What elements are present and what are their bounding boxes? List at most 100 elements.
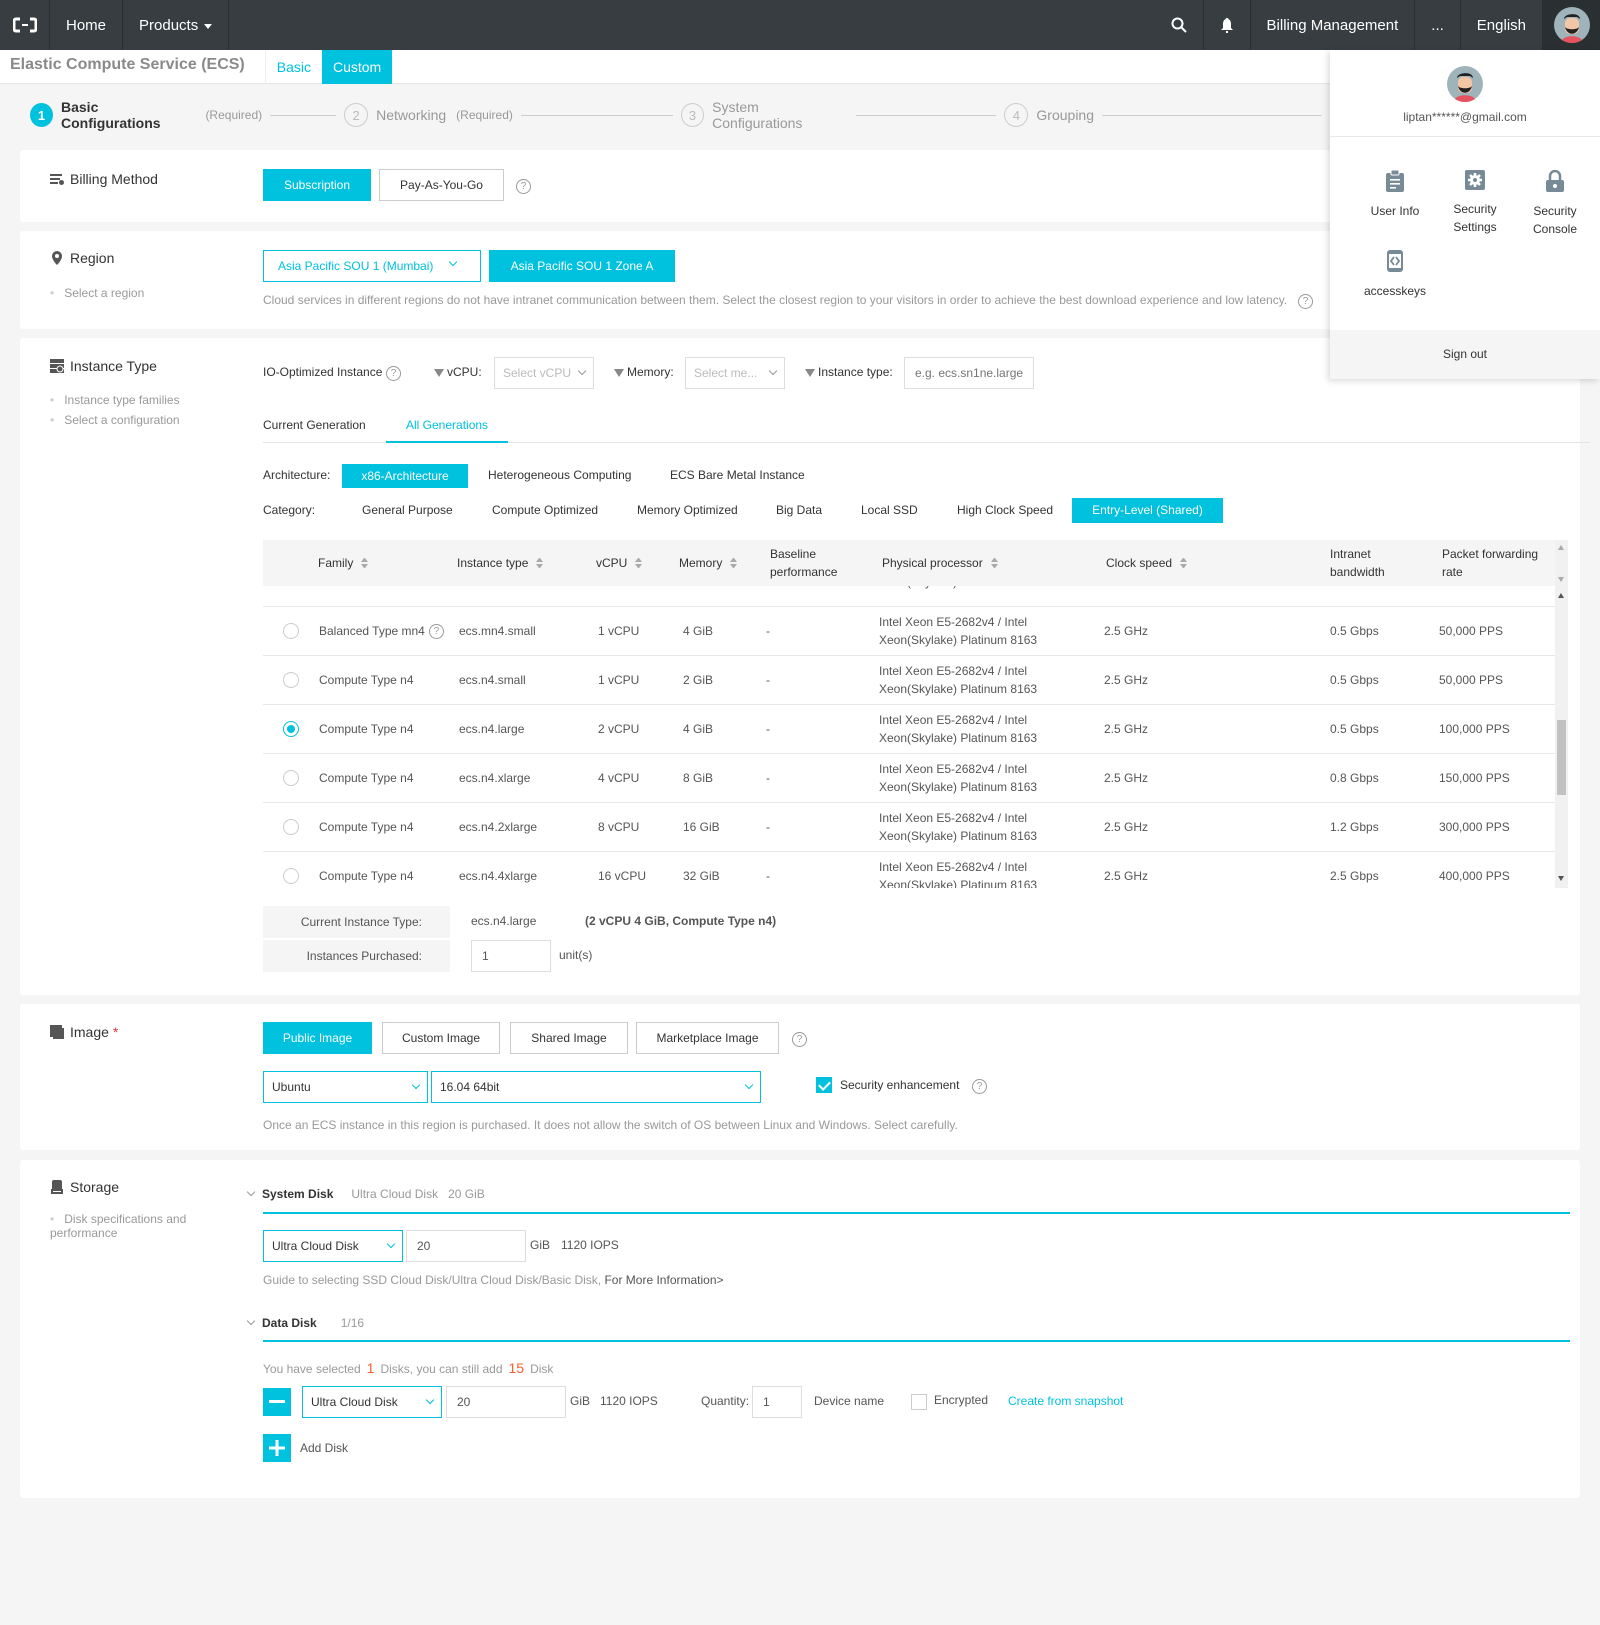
notifications-button[interactable]: [1202, 0, 1250, 50]
table-row[interactable]: Compute Type n4 ecs.n4.2xlarge 8 vCPU 16 Gi…: [263, 803, 1555, 852]
row-radio[interactable]: [283, 721, 299, 737]
user-avatar-button[interactable]: [1542, 0, 1600, 50]
arch-heterogeneous-button[interactable]: Heterogeneous Computing: [488, 468, 631, 482]
more-menu[interactable]: ...: [1414, 0, 1460, 50]
tab-all-generations[interactable]: All Generations: [406, 418, 488, 432]
os-version-select[interactable]: 16.04 64bit: [431, 1071, 761, 1103]
add-disk-button[interactable]: [263, 1434, 291, 1462]
col-vcpu[interactable]: vCPU: [596, 540, 642, 586]
row-radio[interactable]: [283, 623, 299, 639]
category-high-clock-speed[interactable]: High Clock Speed: [957, 503, 1053, 517]
step-networking[interactable]: 2 Networking (Required): [344, 103, 513, 127]
radio-cell[interactable]: [283, 803, 299, 851]
cell-vcpu: 4 vCPU: [598, 754, 639, 802]
system-disk-type-select[interactable]: Ultra Cloud Disk: [263, 1230, 403, 1262]
data-disk-size-input[interactable]: [446, 1386, 566, 1418]
menu-user-info[interactable]: User Info: [1355, 170, 1435, 220]
data-disk-header[interactable]: Data Disk 1/16: [246, 1316, 364, 1330]
arch-bare-metal-button[interactable]: ECS Bare Metal Instance: [670, 468, 805, 482]
region-select[interactable]: Asia Pacific SOU 1 (Mumbai): [263, 250, 481, 282]
help-icon[interactable]: ?: [972, 1079, 987, 1094]
remove-disk-button[interactable]: [263, 1388, 291, 1416]
category-general-purpose[interactable]: General Purpose: [362, 503, 453, 517]
category-compute-optimized[interactable]: Compute Optimized: [492, 503, 598, 517]
table-row[interactable]: Compute Type n4 ecs.n4.4xlarge 16 vCPU 32 G…: [263, 852, 1555, 888]
quantity-input[interactable]: [752, 1386, 802, 1418]
radio-cell[interactable]: [283, 656, 299, 704]
memory-select[interactable]: Select me...: [685, 357, 785, 389]
logo[interactable]: [0, 0, 50, 50]
tab-current-generation[interactable]: Current Generation: [263, 418, 366, 432]
menu-security-settings[interactable]: Security Settings: [1435, 170, 1515, 236]
row-radio[interactable]: [283, 868, 299, 884]
menu-security-console[interactable]: Security Console: [1515, 170, 1595, 238]
tab-custom[interactable]: Custom: [321, 49, 393, 84]
col-processor[interactable]: Physical processor: [882, 540, 998, 586]
security-enhancement-checkbox[interactable]: [816, 1077, 832, 1093]
row-radio[interactable]: [283, 672, 299, 688]
radio-cell[interactable]: [283, 607, 299, 655]
category-memory-optimized[interactable]: Memory Optimized: [637, 503, 738, 517]
vcpu-select[interactable]: Select vCPU: [494, 357, 594, 389]
help-icon[interactable]: ?: [792, 1032, 807, 1047]
nav-products[interactable]: Products: [123, 0, 230, 50]
arch-x86-button[interactable]: x86-Architecture: [342, 464, 468, 488]
tab-basic[interactable]: Basic: [264, 49, 322, 84]
billing-management-link[interactable]: Billing Management: [1249, 0, 1415, 50]
col-clock-speed[interactable]: Clock speed: [1106, 540, 1187, 586]
step-grouping[interactable]: 4 Grouping: [1004, 103, 1094, 127]
sign-out-button[interactable]: Sign out: [1330, 330, 1600, 379]
system-disk-header[interactable]: System Disk Ultra Cloud Disk 20 GiB: [246, 1187, 485, 1201]
create-from-snapshot-link[interactable]: Create from snapshot: [1008, 1394, 1123, 1408]
table-scrollbar[interactable]: [1555, 540, 1568, 888]
zone-button[interactable]: Asia Pacific SOU 1 Zone A: [489, 250, 675, 282]
table-row[interactable]: Compute Type n4 ecs.n4.small 1 vCPU 2 GiB - 2…: [263, 656, 1555, 705]
help-icon[interactable]: ?: [428, 623, 444, 639]
nav-home[interactable]: Home: [50, 0, 124, 50]
add-disk-label[interactable]: Add Disk: [300, 1441, 348, 1455]
more-info-link[interactable]: For More Information>: [604, 1273, 723, 1287]
data-disk-type-select[interactable]: Ultra Cloud Disk: [302, 1386, 442, 1418]
help-icon[interactable]: ?: [386, 366, 401, 381]
custom-image-tab[interactable]: Custom Image: [382, 1022, 500, 1054]
system-disk-size-input[interactable]: [406, 1230, 526, 1262]
instances-purchased-input[interactable]: [471, 940, 551, 972]
radio-cell[interactable]: [283, 705, 299, 753]
search-button[interactable]: [1155, 0, 1203, 50]
col-bandwidth[interactable]: Intranet bandwidth: [1330, 540, 1420, 586]
menu-accesskeys[interactable]: accesskeys: [1355, 250, 1435, 300]
col-pps[interactable]: Packet forwarding rate: [1442, 540, 1552, 586]
scroll-up-icon[interactable]: [1558, 545, 1564, 550]
language-select[interactable]: English: [1459, 0, 1542, 50]
cell-value: 50,000 PPS: [1439, 624, 1504, 638]
marketplace-image-tab[interactable]: Marketplace Image: [636, 1022, 779, 1054]
row-radio[interactable]: [283, 819, 299, 835]
step-system-configurations[interactable]: 3 System Configurations: [680, 99, 849, 131]
category-big-data[interactable]: Big Data: [776, 503, 822, 517]
encrypted-checkbox[interactable]: [911, 1394, 927, 1410]
table-row[interactable]: Compute Type n4 ecs.n4.large 2 vCPU 4 GiB - 2…: [263, 705, 1555, 754]
col-family[interactable]: Family: [318, 540, 368, 586]
category-local-ssd[interactable]: Local SSD: [861, 503, 918, 517]
help-icon[interactable]: ?: [1298, 294, 1313, 309]
table-row[interactable]: Balanced Type mn4? ecs.mn4.small 1 vCPU 4 G…: [263, 607, 1555, 656]
help-icon[interactable]: ?: [516, 179, 531, 194]
pay-as-you-go-button[interactable]: Pay-As-You-Go: [379, 169, 504, 201]
step-basic-configurations[interactable]: 1 Basic Configurations (Required): [30, 99, 262, 131]
category-entry-level-shared[interactable]: Entry-Level (Shared): [1072, 498, 1223, 523]
shared-image-tab[interactable]: Shared Image: [510, 1022, 628, 1054]
scroll-up-icon[interactable]: [1558, 593, 1564, 598]
radio-cell[interactable]: [283, 754, 299, 802]
scroll-down-icon[interactable]: [1558, 876, 1564, 881]
public-image-tab[interactable]: Public Image: [263, 1022, 372, 1054]
radio-cell[interactable]: [283, 852, 299, 888]
table-row[interactable]: Compute Type n4 ecs.n4.xlarge 4 vCPU 8 GiB -…: [263, 754, 1555, 803]
col-instance-type[interactable]: Instance type: [457, 540, 543, 586]
os-select[interactable]: Ubuntu: [263, 1071, 428, 1103]
row-radio[interactable]: [283, 770, 299, 786]
scroll-down-icon[interactable]: [1558, 577, 1564, 582]
instance-type-search-input[interactable]: [904, 357, 1034, 389]
scrollbar-thumb[interactable]: [1557, 720, 1566, 795]
col-memory[interactable]: Memory: [679, 540, 737, 586]
subscription-button[interactable]: Subscription: [263, 169, 371, 201]
